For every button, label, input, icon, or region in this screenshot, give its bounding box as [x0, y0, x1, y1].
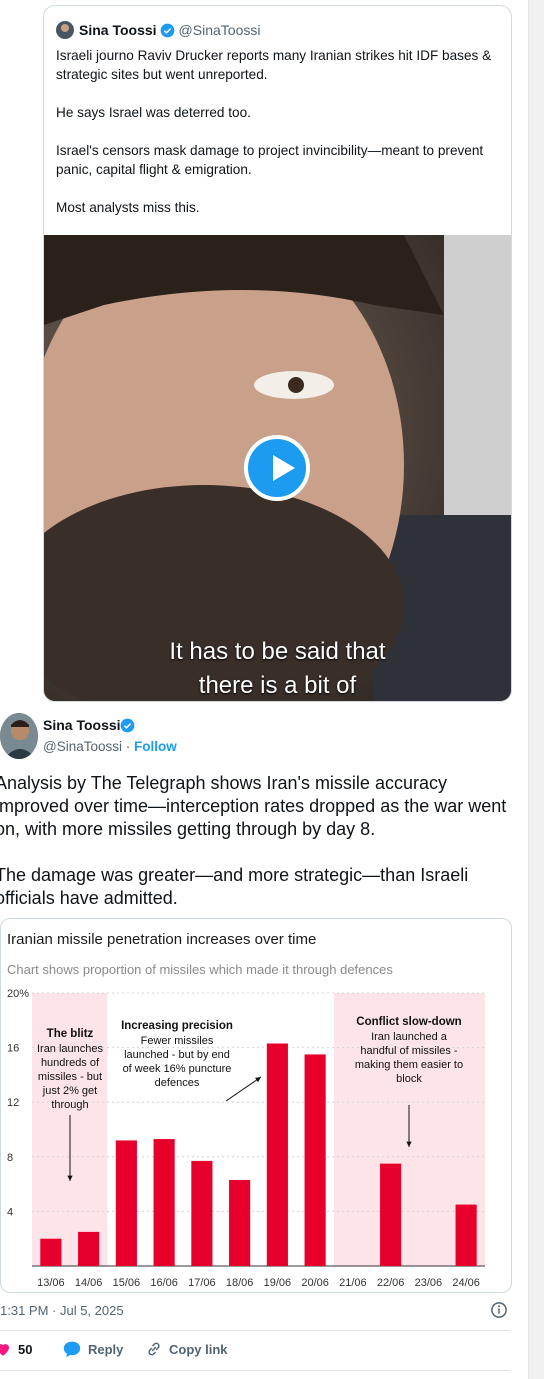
annotation-line: Iran launches [37, 1043, 104, 1055]
bar-20-06 [304, 1054, 326, 1266]
avatar-photo [0, 713, 38, 759]
verified-badge-icon [120, 718, 135, 733]
play-button[interactable] [244, 435, 310, 501]
link-icon [148, 1342, 160, 1356]
video-caption: It has to be said that there is a bit of [44, 635, 511, 701]
quoted-tweet-text: Israeli journo Raviv Drucker reports man… [56, 48, 492, 215]
x-tick-label: 19/06 [264, 1277, 292, 1289]
x-tick-label: 16/06 [150, 1277, 178, 1289]
annotation-title: Conflict slow-down [356, 1016, 461, 1028]
quoted-tweet-card[interactable]: Sina Toossi @SinaToossi Israeli journo R… [43, 5, 512, 702]
copy-link-button[interactable]: Copy link [145, 1340, 228, 1358]
divider [0, 1370, 510, 1371]
tweet-actions: 50 Reply Copy link [0, 1340, 528, 1362]
x-tick-label: 24/06 [452, 1277, 480, 1289]
quoted-author-handle[interactable]: @SinaToossi [179, 22, 261, 38]
divider [0, 1330, 510, 1331]
bar-14-06 [78, 1231, 100, 1266]
annotation-line: launched - but by end [124, 1049, 230, 1061]
bar-13-06 [40, 1238, 62, 1266]
caption-line-2: there is a bit of [198, 672, 357, 699]
scrollbar-gutter[interactable] [529, 0, 544, 1379]
like-count: 50 [18, 1341, 33, 1357]
quoted-avatar[interactable] [56, 21, 74, 39]
quoted-tweet-header: Sina Toossi @SinaToossi [56, 20, 260, 40]
quoted-author-name[interactable]: Sina Toossi [79, 22, 157, 38]
annotation-line: making them easier to [355, 1059, 463, 1071]
annotation-line: defences [155, 1077, 200, 1089]
annotation-arrow [225, 1076, 262, 1102]
y-tick-label: 20% [7, 988, 29, 1000]
x-tick-label: 23/06 [415, 1277, 443, 1289]
chart-title: Iranian missile penetration increases ov… [7, 931, 317, 948]
verified-badge-icon [160, 23, 174, 37]
bar-15-06 [115, 1140, 137, 1266]
reply-button[interactable]: Reply [62, 1340, 123, 1358]
y-tick-label: 12 [7, 1097, 19, 1109]
x-tick-label: 21/06 [339, 1277, 367, 1289]
bar-22-06 [380, 1163, 402, 1266]
annotation-line: hundreds of [41, 1057, 100, 1069]
x-tick-label: 17/06 [188, 1277, 216, 1289]
author-handle[interactable]: @SinaToossi [43, 739, 122, 754]
annotation-line: Iran launched a [371, 1031, 448, 1043]
bar-24-06 [455, 1204, 477, 1266]
author-avatar[interactable] [0, 713, 38, 759]
author-name[interactable]: Sina Toossi [43, 717, 121, 733]
annotation-line: block [396, 1073, 422, 1085]
tweet-text: Analysis by The Telegraph shows Iran's m… [0, 773, 507, 908]
reply-bubble-icon [63, 1341, 81, 1358]
info-icon[interactable] [490, 1301, 508, 1319]
reply-label: Reply [88, 1341, 124, 1357]
bar-16-06 [153, 1139, 175, 1266]
x-tick-label: 20/06 [301, 1277, 329, 1289]
x-tick-label: 15/06 [113, 1277, 141, 1289]
follow-button[interactable]: Follow [134, 739, 177, 754]
like-button[interactable]: 50 [0, 1340, 32, 1358]
x-tick-label: 13/06 [37, 1277, 65, 1289]
y-tick-label: 4 [7, 1206, 13, 1218]
heart-icon [0, 1344, 9, 1356]
caption-line-1: It has to be said that [169, 638, 386, 665]
annotation-line: just 2% get [42, 1085, 97, 1097]
y-tick-label: 8 [7, 1152, 13, 1164]
x-tick-label: 22/06 [377, 1277, 405, 1289]
handle-separator: · [122, 739, 134, 754]
tweet-timestamp[interactable]: 1:31 PM · Jul 5, 2025 [0, 1303, 124, 1318]
annotation-line: through [51, 1099, 88, 1111]
bar-19-06 [266, 1043, 288, 1266]
annotation-line: Fewer missiles [141, 1035, 214, 1047]
annotation-title: The blitz [47, 1028, 94, 1040]
annotation-line: handful of missiles - [360, 1045, 458, 1057]
bar-17-06 [191, 1160, 213, 1266]
annotation-line: of week 16% puncture [123, 1063, 232, 1075]
y-tick-label: 16 [7, 1043, 19, 1055]
bar-18-06 [229, 1180, 251, 1266]
author-handle-line: @SinaToossi · Follow [43, 739, 177, 754]
chart-image-card[interactable]: Iranian missile penetration increases ov… [0, 918, 512, 1293]
chart-subtitle: Chart shows proportion of missiles which… [7, 962, 393, 977]
tweet-author-row: Sina Toossi @SinaToossi · Follow [0, 713, 528, 759]
bar-chart: 20% 16 12 8 4 13/06 14/06 15/06 16/06 17/06 18/06 1… [7, 988, 485, 1289]
x-tick-label: 14/06 [75, 1277, 103, 1289]
x-tick-label: 18/06 [226, 1277, 254, 1289]
annotation-line: missiles - but [38, 1071, 102, 1083]
copy-link-label: Copy link [169, 1341, 228, 1357]
video-player[interactable]: It has to be said that there is a bit of [44, 235, 511, 701]
annotation-title: Increasing precision [121, 1020, 233, 1032]
annotation-arrowhead [255, 1077, 261, 1083]
